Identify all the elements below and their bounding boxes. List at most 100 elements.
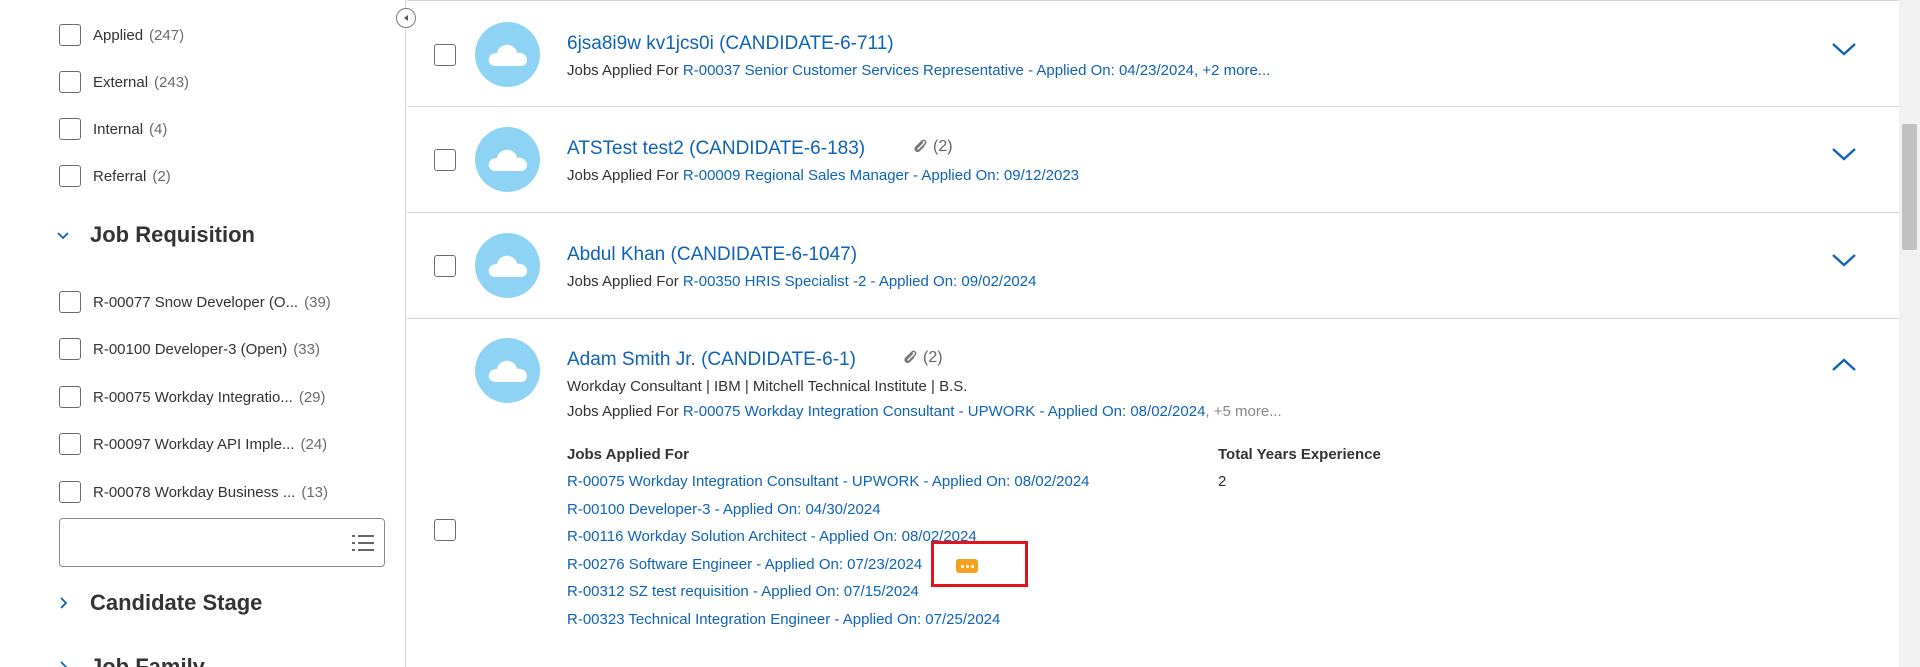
chevron-right-icon [60,597,68,609]
jobs-applied-label: Jobs Applied For [567,62,679,79]
filter-source-external[interactable]: External (243) [59,70,189,94]
candidates-page: Applied (247) External (243) Internal (4… [0,0,1920,667]
filter-requisition-item[interactable]: R-00100 Developer-3 (Open) (33) [59,337,320,361]
filter-label: External [93,73,149,91]
list-icon[interactable] [352,533,374,553]
checkbox[interactable] [59,165,81,187]
cloud-icon [488,255,527,277]
filter-label: Referral [93,167,147,185]
paperclip-icon [914,139,927,153]
scrollbar-thumb[interactable] [1902,124,1917,250]
cloud-icon [488,149,527,171]
chevron-down-icon[interactable] [1831,146,1857,162]
filter-requisition-item[interactable]: R-00097 Workday API Imple... (24) [59,432,327,456]
filter-count: (39) [304,293,331,311]
applied-job-link[interactable]: R-00276 Software Engineer - Applied On: … [567,556,922,573]
filter-label: R-00075 Workday Integratio... [93,388,293,406]
avatar [475,22,540,87]
row-checkbox[interactable] [434,44,456,66]
filter-count: (247) [149,26,185,44]
jobs-applied-line: Jobs Applied For R-00037 Senior Customer… [567,62,1270,79]
filter-label: R-00078 Workday Business ... [93,483,296,501]
jobs-applied-label: Jobs Applied For [567,167,679,184]
checkbox[interactable] [59,71,81,93]
candidate-name-link[interactable]: Adam Smith Jr. (CANDIDATE-6-1) [567,349,856,371]
experience-value: 2 [1218,473,1227,490]
checkbox[interactable] [59,433,81,455]
jobs-applied-line: Jobs Applied For R-00075 Workday Integra… [567,403,1282,420]
job-link[interactable]: R-00350 HRIS Specialist -2 - Applied On:… [683,273,1037,290]
filter-requisition-item[interactable]: R-00078 Workday Business ... (13) [59,480,328,504]
chevron-down-icon [57,232,69,240]
checkbox[interactable] [59,481,81,503]
section-partial[interactable]: Job Family [56,654,205,667]
filter-label: Applied [93,26,144,44]
filter-count: (13) [301,483,329,501]
applied-job-link[interactable]: R-00116 Workday Solution Architect - App… [567,528,977,545]
candidate-name-link[interactable]: 6jsa8i9w kv1jcs0i (CANDIDATE-6-711) [567,33,894,55]
candidate-card-expanded: Adam Smith Jr. (CANDIDATE-6-1) (2) Workd… [407,319,1899,667]
filter-label: R-00077 Snow Developer (O... [93,293,299,311]
avatar [475,338,540,403]
filter-label: Internal [93,120,144,138]
checkbox[interactable] [59,118,81,140]
chevron-down-icon[interactable] [1831,252,1857,268]
filter-source-applied[interactable]: Applied (247) [59,23,184,47]
filter-count: (2) [152,167,171,185]
triangle-left-icon [404,15,408,21]
filter-label: R-00097 Workday API Imple... [93,435,295,453]
filter-count: (29) [298,388,326,406]
job-link[interactable]: R-00009 Regional Sales Manager - Applied… [683,167,1079,184]
filter-count: (4) [149,120,168,138]
row-checkbox[interactable] [434,255,456,277]
section-candidate-stage[interactable]: Candidate Stage [56,590,262,616]
jobs-applied-line: Jobs Applied For R-00009 Regional Sales … [567,167,1079,184]
more-jobs-link[interactable]: , +5 more... [1205,403,1281,420]
jobs-applied-header: Jobs Applied For [567,446,689,463]
applied-job-link[interactable]: R-00075 Workday Integration Consultant -… [567,473,1090,490]
collapse-sidebar-button[interactable] [396,8,416,28]
filter-source-referral[interactable]: Referral (2) [59,164,171,188]
row-checkbox[interactable] [434,149,456,171]
section-title: Candidate Stage [90,590,263,615]
checkbox[interactable] [59,386,81,408]
job-link[interactable]: R-00075 Workday Integration Consultant -… [683,403,1206,420]
row-checkbox[interactable] [434,519,456,541]
chevron-up-icon[interactable] [1831,357,1857,373]
candidate-name-link[interactable]: Abdul Khan (CANDIDATE-6-1047) [567,244,857,266]
candidate-name-link[interactable]: ATSTest test2 (CANDIDATE-6-183) [567,138,865,160]
filter-count: (24) [300,435,328,453]
job-link[interactable]: R-00037 Senior Customer Services Represe… [683,62,1270,79]
jobs-applied-line: Jobs Applied For R-00350 HRIS Specialist… [567,273,1036,290]
filter-count: (33) [293,340,320,358]
filter-requisition-item[interactable]: R-00075 Workday Integratio... (29) [59,385,326,409]
checkbox[interactable] [59,291,81,313]
filter-requisition-item[interactable]: R-00077 Snow Developer (O... (39) [59,290,331,314]
requisition-search-input[interactable] [59,518,385,567]
applied-job-link[interactable]: R-00323 Technical Integration Engineer -… [567,611,1000,628]
filter-source-internal[interactable]: Internal (4) [59,117,167,141]
filter-count: (243) [154,73,190,91]
candidate-card: Abdul Khan (CANDIDATE-6-1047) Jobs Appli… [407,213,1899,319]
candidate-list: 6jsa8i9w kv1jcs0i (CANDIDATE-6-711) Jobs… [407,0,1899,667]
candidate-card: 6jsa8i9w kv1jcs0i (CANDIDATE-6-711) Jobs… [407,0,1899,107]
jobs-applied-label: Jobs Applied For [567,403,679,420]
checkbox[interactable] [59,338,81,360]
attachments[interactable]: (2) [901,349,943,367]
experience-header: Total Years Experience [1218,446,1381,463]
paperclip-icon [904,350,917,364]
attachments[interactable]: (2) [911,138,953,156]
section-job-requisition[interactable]: Job Requisition [56,222,255,248]
filter-sidebar: Applied (247) External (243) Internal (4… [0,0,406,667]
cloud-icon [488,44,527,66]
cloud-icon [488,360,527,382]
jobs-applied-label: Jobs Applied For [567,273,679,290]
chevron-down-icon[interactable] [1831,41,1857,57]
vertical-scrollbar[interactable] [1899,0,1920,667]
highlight-box [931,541,1028,587]
applied-job-link[interactable]: R-00100 Developer-3 - Applied On: 04/30/… [567,501,881,518]
checkbox[interactable] [59,24,81,46]
candidate-subtitle: Workday Consultant | IBM | Mitchell Tech… [567,378,968,395]
avatar [475,233,540,298]
applied-job-link[interactable]: R-00312 SZ test requisition - Applied On… [567,583,919,600]
